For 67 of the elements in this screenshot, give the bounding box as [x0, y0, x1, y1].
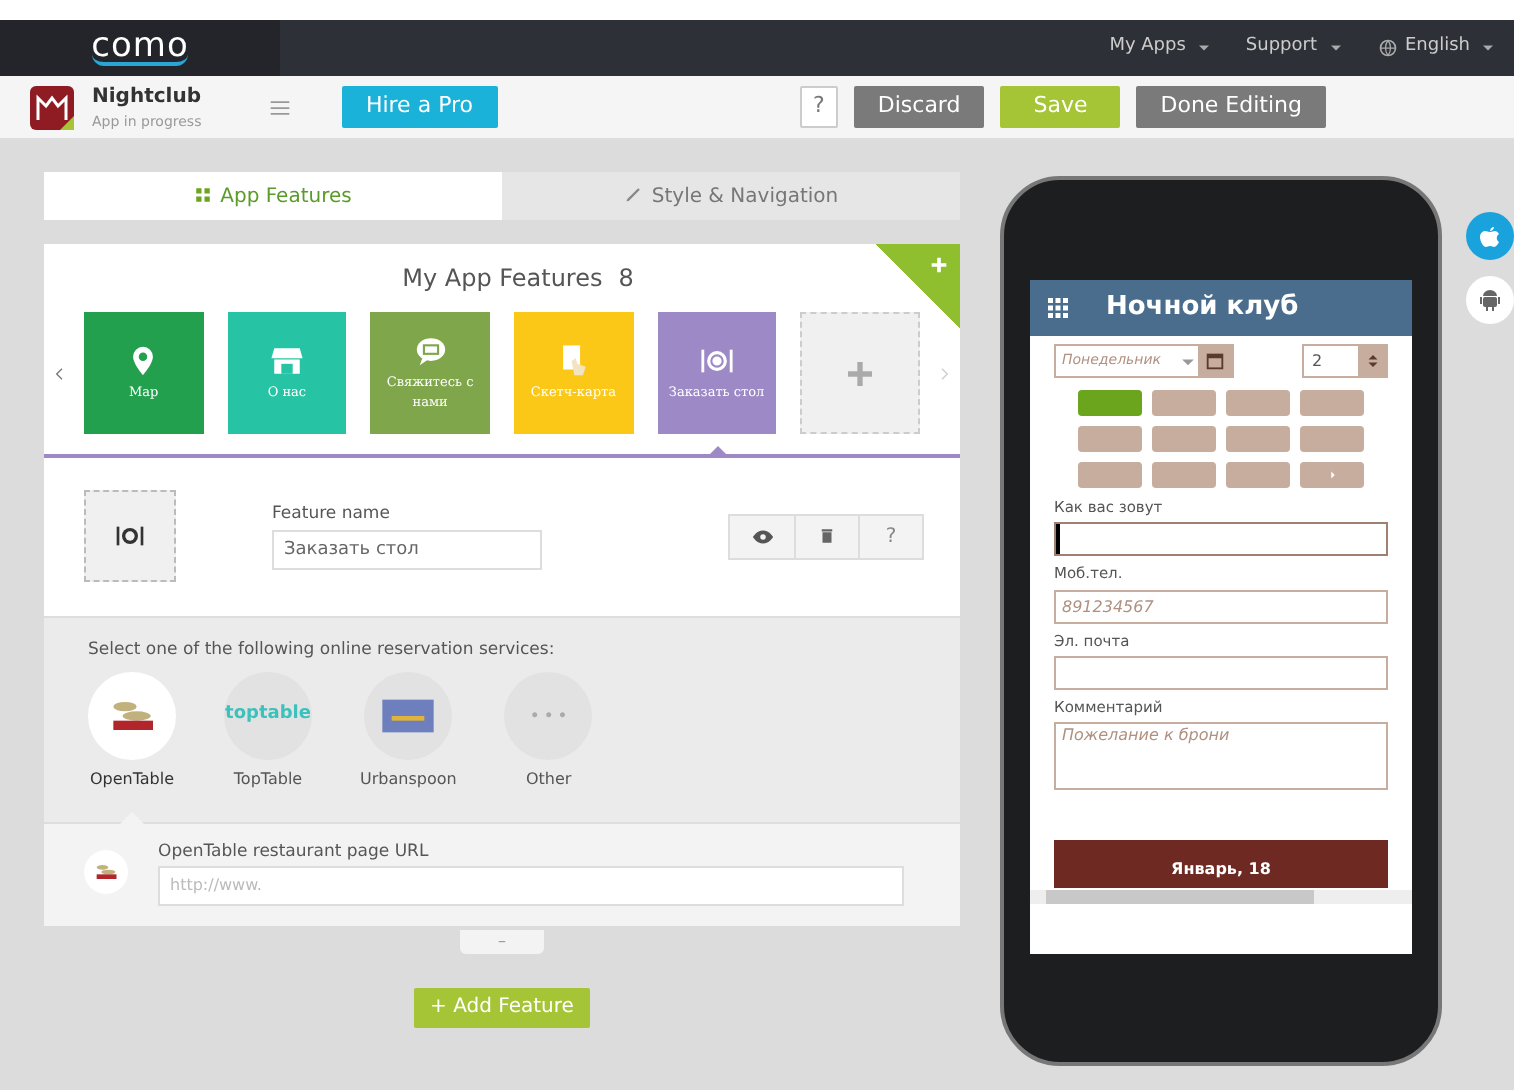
text-field[interactable] — [1054, 522, 1388, 557]
feature-icon — [413, 333, 448, 368]
plus-icon — [928, 254, 950, 276]
time-slot[interactable] — [1078, 390, 1142, 416]
time-slot[interactable] — [1226, 390, 1290, 416]
brush-icon — [623, 183, 644, 203]
service-option[interactable] — [88, 671, 176, 760]
time-slot[interactable] — [1152, 390, 1216, 416]
app-title: Ночной клуб — [1106, 290, 1299, 327]
toolbar-button[interactable]: Save — [1000, 86, 1121, 128]
android-icon — [1478, 288, 1502, 312]
stepper-arrows-icon — [1363, 350, 1381, 372]
field-label: Feature name — [272, 501, 392, 527]
date-banner: Январь, 18 — [1054, 840, 1388, 888]
app-icon — [28, 83, 76, 131]
time-slot[interactable] — [1152, 426, 1216, 452]
menu-dropdown[interactable]: Support — [1229, 34, 1361, 62]
tab[interactable]: App Features — [44, 172, 502, 220]
time-slot[interactable] — [1226, 426, 1290, 452]
toolbar-button[interactable]: Discard — [853, 86, 985, 128]
help-button[interactable]: ? — [799, 86, 838, 128]
menu-dropdown[interactable]: English — [1361, 34, 1514, 62]
service-label: Other — [525, 767, 572, 792]
collapse-button[interactable]: – — [460, 929, 544, 953]
feature-name-field[interactable]: Заказать стол — [272, 530, 542, 571]
more-slots-button[interactable] — [1300, 462, 1364, 488]
time-slot[interactable] — [1226, 462, 1290, 488]
comment-field[interactable]: Пожелание к брони — [1054, 722, 1388, 790]
apps-icon — [1046, 296, 1070, 320]
feature-icon — [269, 343, 304, 378]
time-slot[interactable] — [1152, 462, 1216, 488]
features-count: 8 — [618, 262, 634, 296]
field-label: OpenTable restaurant page URL — [158, 839, 431, 865]
add-feature-button[interactable]: + Add Feature — [414, 987, 590, 1027]
grid-icon — [194, 185, 213, 203]
time-slot[interactable] — [1300, 426, 1364, 452]
service-label: TopTable — [233, 767, 303, 792]
time-slot[interactable] — [1078, 462, 1142, 488]
eye-icon — [751, 525, 773, 547]
text-field[interactable] — [1054, 655, 1388, 690]
time-slot[interactable] — [1300, 390, 1364, 416]
menu-dropdown[interactable]: My Apps — [1093, 34, 1230, 62]
url-field[interactable]: http://www. — [158, 865, 904, 905]
caret-icon — [1325, 468, 1339, 482]
apple-icon — [1478, 224, 1502, 248]
reservation-prompt: Select one of the following online reservation services: — [88, 638, 557, 664]
app-name: Nightclub — [92, 83, 202, 112]
add-feature-placeholder[interactable] — [800, 312, 920, 434]
features-title: My App Features — [402, 262, 603, 296]
tab[interactable]: Style & Navigation — [502, 172, 960, 220]
feature-icon-slot[interactable] — [84, 490, 176, 582]
service-option[interactable]: toptable — [224, 671, 312, 760]
service-label: OpenTable — [89, 767, 175, 792]
text-field[interactable]: 891234567 — [1054, 589, 1388, 623]
hire-button[interactable]: Hire a Pro — [341, 86, 498, 128]
globe-icon — [1377, 38, 1397, 58]
horizontal-scrollbar[interactable] — [1030, 890, 1412, 904]
logo-text: toptable — [225, 702, 311, 728]
toolbar-button[interactable]: Done Editing — [1136, 86, 1326, 128]
calendar-icon — [1204, 350, 1226, 372]
guests-stepper[interactable]: 2 — [1302, 344, 1388, 378]
platform-button[interactable] — [1466, 276, 1514, 324]
plus-icon — [844, 357, 877, 389]
service-label: Urbanspoon — [360, 767, 457, 792]
trash-icon — [818, 526, 836, 546]
platform-button[interactable] — [1466, 212, 1514, 260]
time-slot[interactable] — [1078, 426, 1142, 452]
